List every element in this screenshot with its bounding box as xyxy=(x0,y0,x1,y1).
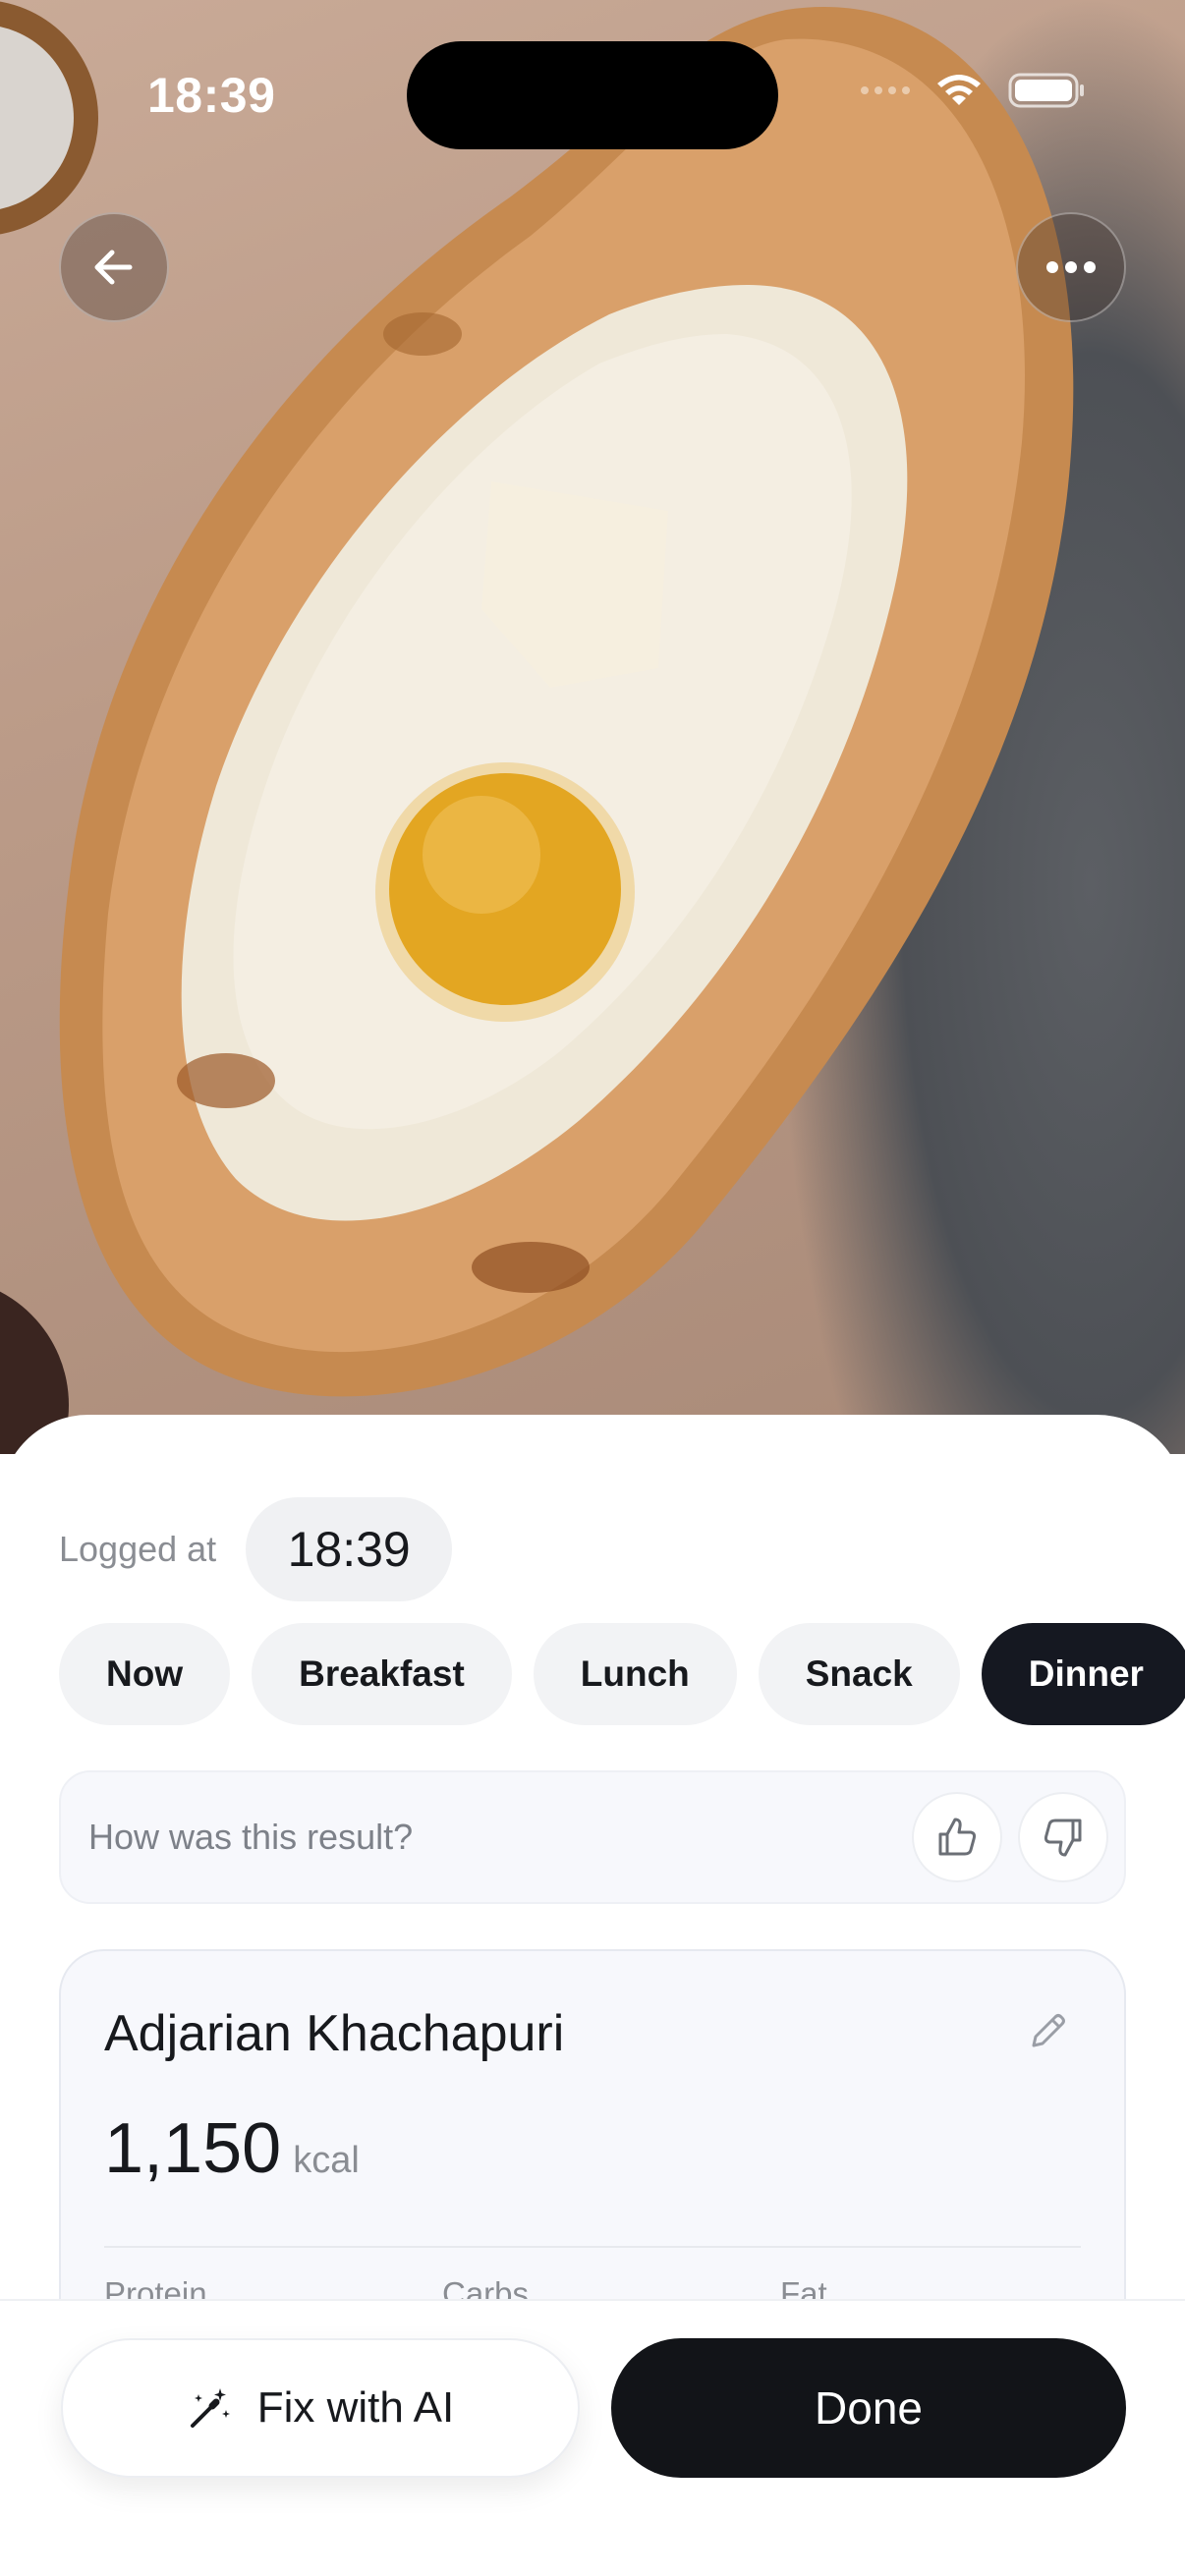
signal-icon xyxy=(861,86,910,94)
done-button[interactable]: Done xyxy=(611,2338,1126,2478)
feedback-prompt: How was this result? xyxy=(88,1817,414,1857)
logged-at-row: Logged at 18:39 xyxy=(59,1497,453,1601)
thumbs-down-button[interactable] xyxy=(1018,1792,1108,1882)
status-icons xyxy=(861,71,1087,110)
status-time: 18:39 xyxy=(147,68,276,123)
thumbs-up-button[interactable] xyxy=(912,1792,1002,1882)
arrow-left-icon xyxy=(94,250,133,285)
calories-value: 1,150 xyxy=(104,2109,282,2188)
meal-chip-breakfast[interactable]: Breakfast xyxy=(252,1623,512,1725)
battery-icon xyxy=(1008,73,1084,108)
divider xyxy=(104,2246,1081,2248)
fix-with-ai-button[interactable]: Fix with AI xyxy=(61,2338,580,2478)
food-photo xyxy=(0,0,1185,1454)
thumbs-up-icon xyxy=(938,1818,977,1856)
wifi-icon xyxy=(937,75,981,105)
meal-type-selector: Now Breakfast Lunch Snack Dinner xyxy=(59,1623,1185,1725)
action-bar: Fix with AI Done xyxy=(0,2299,1185,2576)
calories-unit: kcal xyxy=(293,2140,360,2181)
calories-row: 1,150 kcal xyxy=(104,2108,360,2189)
logged-at-label: Logged at xyxy=(59,1529,217,1569)
ellipsis-icon xyxy=(1046,261,1096,273)
fix-with-ai-label: Fix with AI xyxy=(256,2383,455,2432)
magic-wand-icon xyxy=(190,2388,230,2428)
khachapuri-image xyxy=(0,1,1074,1454)
back-button[interactable] xyxy=(59,212,169,322)
thumbs-down-icon xyxy=(1044,1819,1082,1857)
meal-chip-lunch[interactable]: Lunch xyxy=(533,1623,737,1725)
meal-chip-dinner[interactable]: Dinner xyxy=(981,1623,1185,1725)
dynamic-island xyxy=(407,41,778,149)
more-options-button[interactable] xyxy=(1016,212,1126,322)
feedback-bar: How was this result? xyxy=(59,1770,1126,1904)
pencil-icon[interactable] xyxy=(1026,2010,1069,2053)
meal-chip-snack[interactable]: Snack xyxy=(758,1623,960,1725)
food-name: Adjarian Khachapuri xyxy=(104,2005,565,2062)
logged-time-chip[interactable]: 18:39 xyxy=(246,1497,453,1601)
meal-chip-now[interactable]: Now xyxy=(59,1623,231,1725)
